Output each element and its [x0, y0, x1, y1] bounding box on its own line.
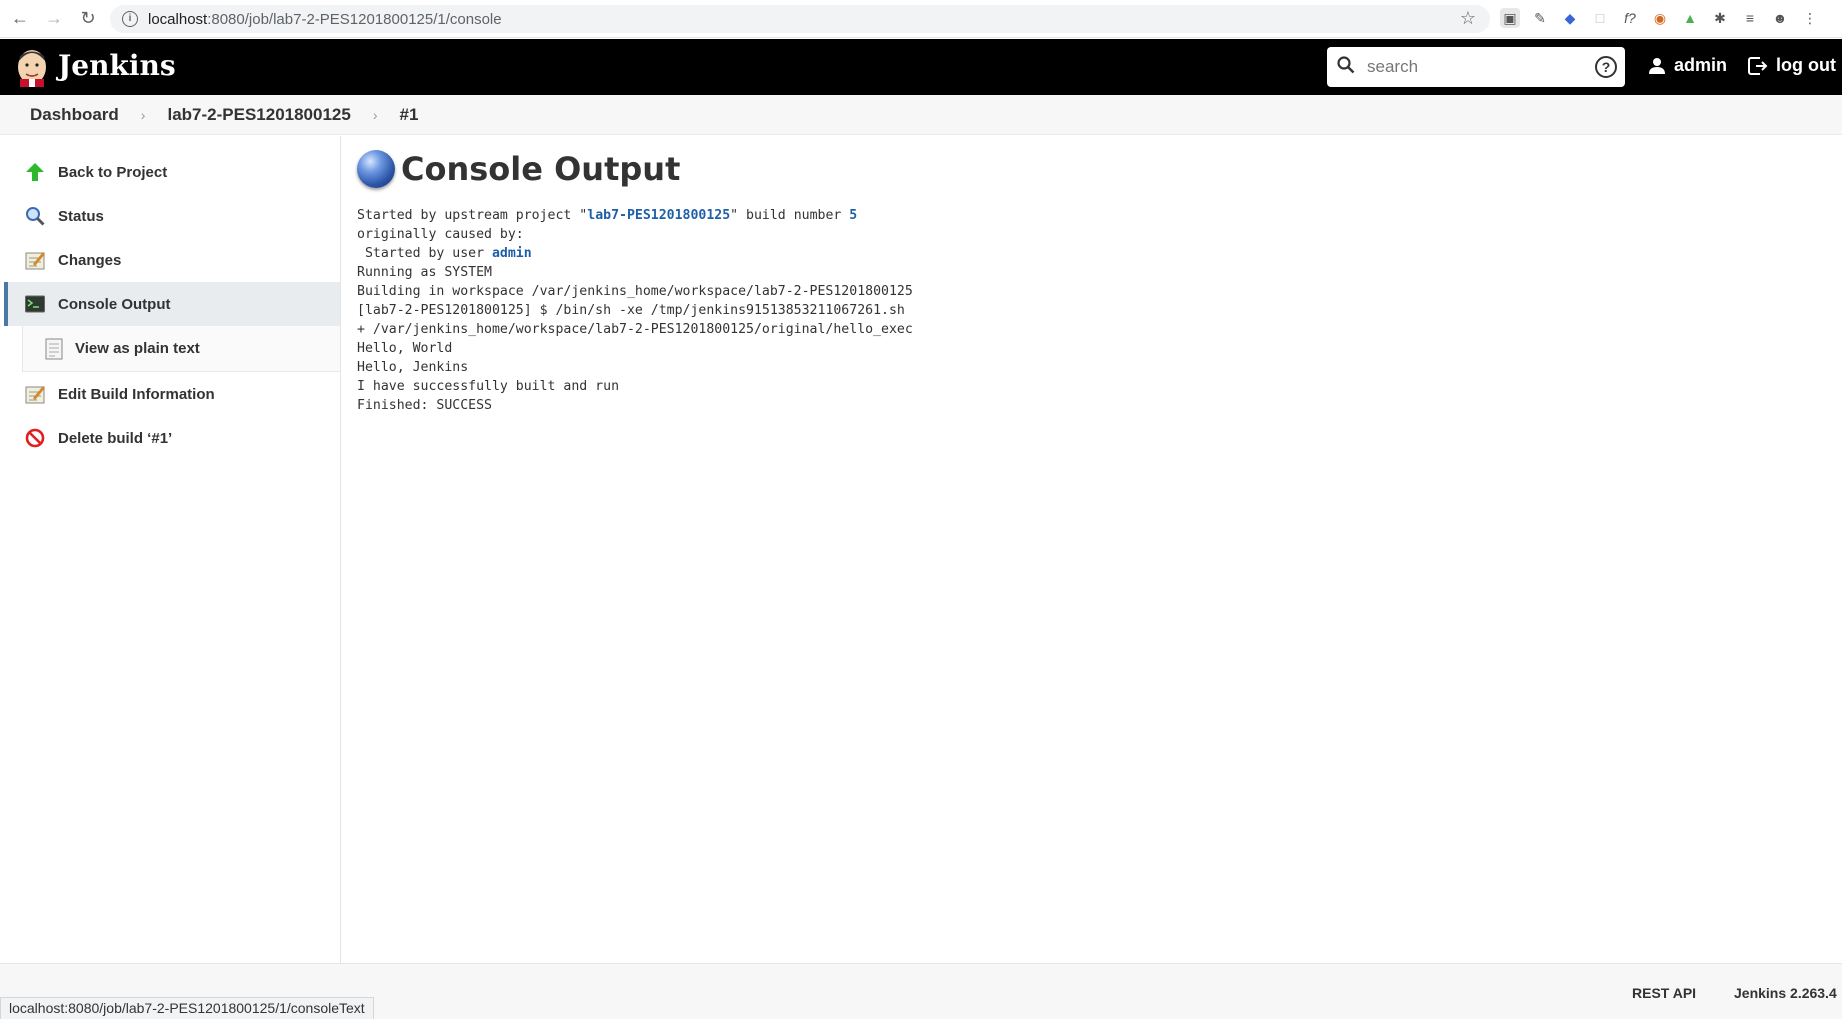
- more-menu-icon[interactable]: ⋮: [1800, 8, 1820, 28]
- console-text: [lab7-2-PES1201800125] $ /bin/sh -xe /tm…: [357, 303, 905, 318]
- magnifier-icon: [24, 205, 46, 227]
- sidebar-item-label: View as plain text: [75, 340, 200, 357]
- extension-icons: ▣ ✎ ◆ □ f? ◉ ▲ ✱ ≡ ☻ ⋮: [1500, 8, 1820, 28]
- console-text: Hello, Jenkins: [357, 360, 469, 375]
- logout-label: log out: [1776, 55, 1836, 75]
- sidebar-item-label: Delete build ‘#1’: [58, 429, 173, 447]
- search-icon: [1337, 55, 1355, 79]
- search-box: ?: [1327, 47, 1625, 87]
- search-input[interactable]: [1367, 57, 1577, 77]
- no-entry-icon: [24, 427, 46, 449]
- site-info-icon[interactable]: i: [122, 11, 138, 27]
- jenkins-title[interactable]: Jenkins: [58, 49, 176, 82]
- jenkins-version-link[interactable]: Jenkins 2.263.4: [1734, 985, 1837, 1001]
- sidebar-item-edit-build-information[interactable]: Edit Build Information: [4, 372, 340, 416]
- user-admin-link[interactable]: admin: [492, 246, 532, 261]
- extension-icon[interactable]: ✎: [1530, 8, 1550, 28]
- reload-icon[interactable]: ↻: [74, 5, 102, 33]
- status-bar-url: localhost:8080/job/lab7-2-PES1201800125/…: [0, 997, 374, 1019]
- extension-icon[interactable]: ▣: [1500, 8, 1520, 28]
- breadcrumb-project[interactable]: lab7-2-PES1201800125: [167, 105, 350, 125]
- console-text: Running as SYSTEM: [357, 265, 492, 280]
- user-link[interactable]: admin: [1648, 55, 1727, 76]
- address-url[interactable]: localhost:8080/job/lab7-2-PES1201800125/…: [148, 11, 502, 28]
- puzzle-icon[interactable]: ✱: [1710, 8, 1730, 28]
- sidebar-item-status[interactable]: Status: [4, 194, 340, 238]
- sidebar-item-label: Edit Build Information: [58, 385, 215, 403]
- console-text: Building in workspace /var/jenkins_home/…: [357, 284, 913, 299]
- build-number-link[interactable]: 5: [849, 208, 857, 223]
- extension-icon[interactable]: □: [1590, 8, 1610, 28]
- blue-ball-status-icon: [357, 150, 395, 188]
- breadcrumb-build[interactable]: #1: [400, 105, 419, 125]
- up-arrow-icon: [24, 161, 46, 183]
- profile-avatar-icon[interactable]: ☻: [1770, 8, 1790, 28]
- breadcrumb-dashboard[interactable]: Dashboard: [30, 105, 119, 125]
- console-text: Started by user: [357, 246, 492, 261]
- main-content: Console Output Started by upstream proje…: [357, 150, 1817, 415]
- sidebar-item-label: Changes: [58, 251, 122, 269]
- console-text: Started by upstream project ": [357, 208, 588, 223]
- upstream-project-link[interactable]: lab7-PES1201800125: [587, 208, 730, 223]
- console-text: " build number: [730, 208, 850, 223]
- sidebar-item-view-plain-text[interactable]: View as plain text: [22, 326, 340, 372]
- sidebar-item-changes[interactable]: Changes: [4, 238, 340, 282]
- sidebar-item-console-output[interactable]: Console Output: [4, 282, 340, 326]
- sidebar-item-label: Console Output: [58, 295, 171, 313]
- user-label: admin: [1674, 55, 1728, 75]
- console-text: Finished: SUCCESS: [357, 398, 492, 413]
- extension-icon[interactable]: ◆: [1560, 8, 1580, 28]
- rest-api-link[interactable]: REST API: [1632, 985, 1696, 1001]
- sidebar: Back to Project Status Changes Console O…: [4, 136, 341, 963]
- user-icon: [1649, 57, 1665, 74]
- console-output: Started by upstream project "lab7-PES120…: [357, 206, 1817, 415]
- notepad-edit-icon: [24, 383, 46, 405]
- console-text: originally caused by:: [357, 227, 524, 242]
- forward-icon[interactable]: →: [40, 5, 68, 33]
- browser-toolbar: ← → ↻ i localhost:8080/job/lab7-2-PES120…: [0, 0, 1842, 38]
- bookmark-star-icon[interactable]: ☆: [1460, 8, 1476, 29]
- sidebar-item-back-to-project[interactable]: Back to Project: [4, 150, 340, 194]
- sidebar-item-label: Status: [58, 207, 104, 225]
- chevron-right-icon[interactable]: ›: [373, 107, 378, 123]
- extension-icon[interactable]: f?: [1620, 8, 1640, 28]
- logout-icon: [1748, 56, 1768, 75]
- console-text: I have successfully built and run: [357, 379, 620, 394]
- media-icon[interactable]: ≡: [1740, 8, 1760, 28]
- console-text: Hello, World: [357, 341, 453, 356]
- sidebar-item-label: Back to Project: [58, 163, 168, 181]
- page-title-text: Console Output: [401, 150, 681, 188]
- page-title: Console Output: [357, 150, 1817, 188]
- document-icon: [45, 338, 63, 360]
- console-text: + /var/jenkins_home/workspace/lab7-2-PES…: [357, 322, 913, 337]
- sidebar-item-delete-build[interactable]: Delete build ‘#1’: [4, 416, 340, 460]
- address-bar[interactable]: i localhost:8080/job/lab7-2-PES120180012…: [110, 5, 1490, 33]
- chevron-right-icon[interactable]: ›: [141, 107, 146, 123]
- extension-icon[interactable]: ▲: [1680, 8, 1700, 28]
- help-icon[interactable]: ?: [1595, 56, 1617, 78]
- jenkins-header: Jenkins ? admin log out: [0, 39, 1842, 95]
- extension-icon[interactable]: ◉: [1650, 8, 1670, 28]
- jenkins-logo-icon[interactable]: [14, 47, 50, 87]
- notepad-icon: [24, 249, 46, 271]
- breadcrumb: Dashboard › lab7-2-PES1201800125 › #1: [0, 95, 1842, 135]
- logout-link[interactable]: log out: [1748, 55, 1836, 76]
- terminal-icon: [24, 293, 46, 315]
- back-icon[interactable]: ←: [6, 5, 34, 33]
